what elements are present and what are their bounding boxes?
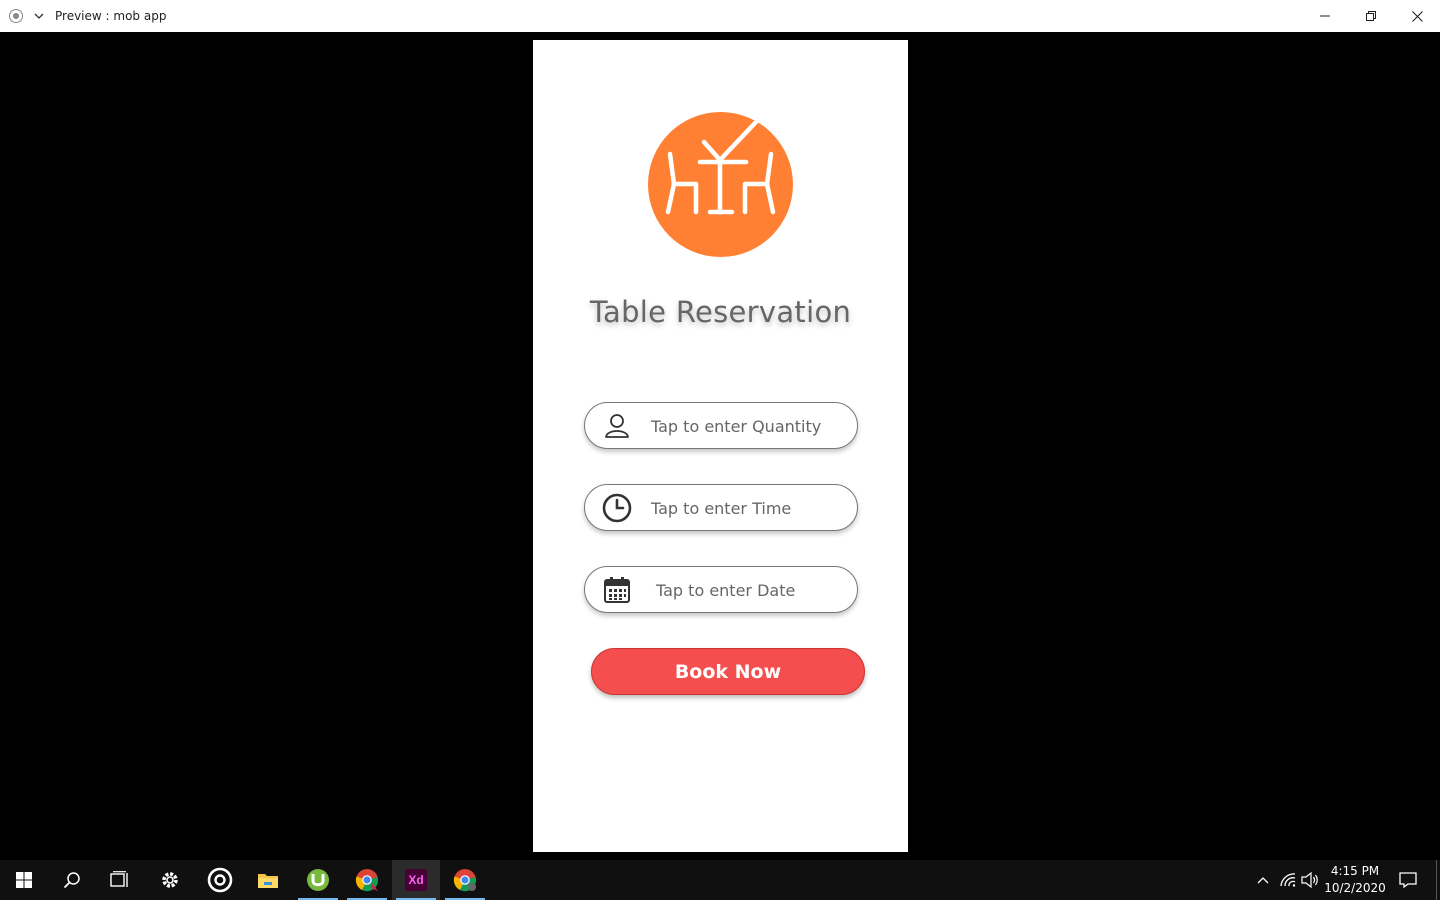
adobe-xd-button[interactable]: Xd (392, 860, 440, 900)
settings-icon (162, 872, 178, 888)
close-button[interactable] (1394, 0, 1440, 32)
quantity-input[interactable]: Tap to enter Quantity (584, 402, 858, 449)
window-controls (1302, 0, 1440, 32)
date-input[interactable]: Tap to enter Date (584, 566, 858, 613)
titlebar-left: Preview : mob app (0, 9, 166, 23)
windows-start-icon (16, 872, 32, 888)
task-view-button[interactable] (96, 860, 144, 900)
restore-icon (1366, 11, 1376, 21)
volume-button[interactable] (1300, 860, 1320, 900)
time-input[interactable]: Tap to enter Time (584, 484, 858, 531)
taskbar: Xd 4:15 PM 10/2/2020 (0, 860, 1440, 900)
page-title: Table Reservation (589, 295, 852, 329)
table-reservation-logo-icon (648, 112, 793, 257)
close-icon (1411, 10, 1423, 22)
chrome-icon (355, 869, 378, 892)
restore-button[interactable] (1348, 0, 1394, 32)
show-hidden-icons-button[interactable] (1252, 860, 1274, 900)
search-button[interactable] (48, 860, 96, 900)
window-title: Preview : mob app (55, 9, 167, 23)
show-desktop-divider[interactable] (1436, 860, 1437, 900)
speaker-icon (1301, 872, 1318, 888)
utorrent-button[interactable] (294, 860, 342, 900)
clock-date: 10/2/2020 (1324, 881, 1386, 895)
notification-icon (1399, 872, 1417, 888)
file-explorer-icon (258, 874, 278, 888)
book-now-button[interactable]: Book Now (591, 648, 865, 695)
adobe-xd-icon: Xd (405, 869, 427, 891)
chrome-profile-button[interactable] (441, 860, 489, 900)
file-explorer-button[interactable] (244, 860, 292, 900)
date-placeholder: Tap to enter Date (656, 581, 796, 600)
network-button[interactable] (1278, 860, 1298, 900)
chevron-down-icon[interactable] (33, 10, 45, 22)
chrome-icon (453, 869, 476, 892)
clock-icon (602, 493, 632, 523)
utorrent-icon (307, 869, 329, 891)
app-artboard: Table Reservation Tap to enter Quantity … (533, 40, 908, 852)
search-icon (63, 872, 80, 889)
clock-time: 4:15 PM (1330, 864, 1380, 878)
calendar-icon (602, 575, 632, 605)
quantity-placeholder: Tap to enter Quantity (651, 417, 822, 436)
window-titlebar: Preview : mob app (0, 0, 1440, 32)
user-icon (602, 411, 632, 441)
settings-app-button[interactable] (146, 860, 194, 900)
minimize-icon (1320, 15, 1330, 17)
minimize-button[interactable] (1302, 0, 1348, 32)
start-button[interactable] (0, 860, 48, 900)
system-clock[interactable]: 4:15 PM 10/2/2020 (1322, 863, 1388, 897)
time-placeholder: Tap to enter Time (651, 499, 792, 518)
task-view-icon (110, 871, 128, 887)
chrome-button[interactable] (343, 860, 391, 900)
groove-icon (207, 867, 233, 893)
record-icon[interactable] (9, 9, 23, 23)
groove-app-button[interactable] (196, 860, 244, 900)
chevron-up-icon (1257, 877, 1269, 884)
action-center-button[interactable] (1394, 860, 1422, 900)
wifi-icon (1280, 873, 1296, 887)
